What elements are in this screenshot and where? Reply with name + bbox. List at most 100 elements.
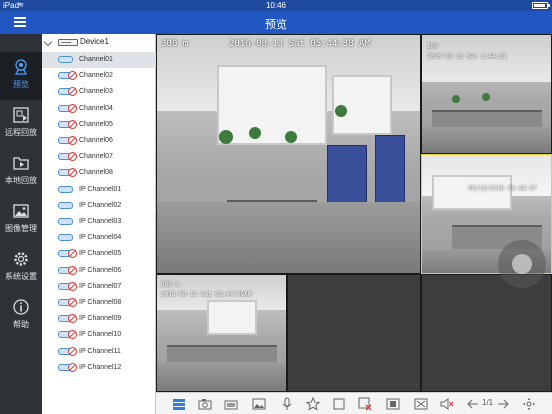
stream-icon <box>386 398 400 410</box>
stream-button[interactable] <box>384 396 402 412</box>
camera-icon <box>58 218 73 225</box>
channel-label: IP Channel01 <box>79 185 122 193</box>
channel-label: Channel08 <box>79 169 113 177</box>
video-tile-bottom-left[interactable]: 200 m 2016-08-13 Sat 05:44:09AM <box>156 274 287 392</box>
nav-item-system-settings[interactable]: 系统设置 <box>0 244 42 292</box>
channel-label: 300 m <box>161 39 189 49</box>
offline-icon <box>68 346 77 356</box>
channel-label: IP Channel09 <box>79 315 122 323</box>
mute-button[interactable] <box>438 396 456 412</box>
camera-icon <box>58 234 73 242</box>
channel-item[interactable]: IP Channel09 <box>42 311 156 327</box>
offline-icon <box>68 168 77 178</box>
talk-button[interactable] <box>278 396 296 412</box>
fullscreen-button[interactable] <box>412 396 430 412</box>
offline-icon <box>68 87 77 97</box>
channel-item[interactable]: IP Channel02 <box>42 198 156 214</box>
osd-timestamp: 2016-08-13 Sat 05:44:38 AM <box>229 39 370 49</box>
osd-timestamp: 08/13/2016 05:44:37 <box>468 185 537 192</box>
ptz-joystick[interactable] <box>498 240 546 288</box>
channel-item[interactable]: Channel03 <box>42 84 156 100</box>
channel-label: IP Channel04 <box>79 234 122 242</box>
channel-item[interactable]: IP Channel08 <box>42 295 156 311</box>
nav-item-local-playback[interactable]: 本地回放 <box>0 148 42 196</box>
nav-item-help[interactable]: 帮助 <box>0 292 42 340</box>
favorite-button[interactable] <box>304 396 322 412</box>
channel-label: Channel05 <box>79 120 113 128</box>
device-name: Device1 <box>80 37 109 46</box>
snapshot-button[interactable] <box>196 396 214 412</box>
local-playback-icon <box>13 157 29 170</box>
channel-item[interactable]: IP Channel07 <box>42 279 156 295</box>
channel-item[interactable]: Channel02 <box>42 68 156 84</box>
title-bar: 预览 <box>0 11 552 34</box>
channel-item[interactable]: Channel04 <box>42 101 156 117</box>
video-tile-top-right[interactable]: 100 2016-08-13 Sat 5:44:32 <box>421 34 552 154</box>
channel-item[interactable]: IP Channel11 <box>42 344 156 360</box>
status-bar: iPad ≋ 10:46 <box>0 0 552 11</box>
camera-icon <box>58 201 73 209</box>
close-all-button[interactable] <box>356 396 374 412</box>
channel-item[interactable]: IP Channel10 <box>42 327 156 343</box>
nav-item-remote-playback[interactable]: 远程回放 <box>0 100 42 148</box>
channel-label: IP Channel11 <box>79 347 121 355</box>
prev-page-button[interactable] <box>464 396 482 412</box>
channel-item[interactable]: IP Channel06 <box>42 263 156 279</box>
channel-label: IP Channel07 <box>79 282 122 290</box>
remote-playback-icon <box>13 107 29 123</box>
channel-label: Channel03 <box>79 88 113 96</box>
close-all-icon <box>358 397 372 411</box>
channel-label: Channel04 <box>79 104 113 112</box>
nav-item-image-management[interactable]: 图像管理 <box>0 196 42 244</box>
channel-label: Channel06 <box>79 137 113 144</box>
video-tile-empty[interactable] <box>287 274 421 392</box>
offline-icon <box>68 298 77 307</box>
info-icon <box>13 299 29 315</box>
ptz-button[interactable] <box>520 396 538 412</box>
bottom-toolbar: 1/1 <box>156 392 552 414</box>
layout-button[interactable] <box>170 396 188 412</box>
chevron-down-icon[interactable] <box>43 37 53 47</box>
channel-item[interactable]: Channel08 <box>42 165 156 181</box>
camera-icon <box>58 185 73 193</box>
record-button[interactable] <box>222 396 240 412</box>
layout-icon <box>173 399 185 410</box>
page-indicator: 1/1 <box>482 398 494 407</box>
channel-item[interactable]: IP Channel01 <box>42 182 156 198</box>
channel-item[interactable]: Channel05 <box>42 117 156 133</box>
snapshot-icon <box>198 399 212 410</box>
nav-label: 本地回放 <box>5 176 37 185</box>
channel-item[interactable]: IP Channel03 <box>42 214 156 230</box>
mute-icon <box>440 398 454 410</box>
offline-icon <box>68 330 77 340</box>
offline-icon <box>68 281 77 291</box>
channel-label: IP Channel02 <box>79 201 122 209</box>
picture-button[interactable] <box>250 396 268 412</box>
channel-item[interactable]: Channel07 <box>42 149 156 165</box>
channel-label: Channel02 <box>79 72 113 80</box>
fullscreen-icon <box>414 398 428 410</box>
stop-icon <box>333 398 345 410</box>
offline-icon <box>68 71 77 81</box>
offline-icon <box>68 103 77 113</box>
video-tile-main[interactable]: 300 m 2016-08-13 Sat 05:44:38 AM <box>156 34 421 274</box>
next-page-icon <box>498 399 509 409</box>
device-tree: Device1 Channel01 Channel02 Channel03 Chann… <box>42 34 156 414</box>
camera-icon <box>15 59 27 75</box>
channel-item[interactable]: Channel06 <box>42 133 156 149</box>
channel-label: IP Channel06 <box>79 266 122 274</box>
device-node[interactable]: Device1 <box>42 36 156 50</box>
channel-item[interactable]: IP Channel12 <box>42 360 156 376</box>
channel-item[interactable]: IP Channel05 <box>42 246 156 262</box>
camera-icon <box>58 56 73 63</box>
nav-label: 系统设置 <box>5 272 37 281</box>
channel-item[interactable]: Channel01 <box>42 52 156 68</box>
nav-item-preview[interactable]: 预览 <box>0 52 42 100</box>
clock: 10:46 <box>265 1 287 10</box>
channel-item[interactable]: IP Channel04 <box>42 230 156 246</box>
osd-timestamp: 2016-08-13 Sat 05:44:09AM <box>161 291 252 298</box>
stop-button[interactable] <box>330 396 348 412</box>
video-tile-empty[interactable] <box>421 274 552 392</box>
next-page-button[interactable] <box>494 396 512 412</box>
record-icon <box>224 400 238 410</box>
